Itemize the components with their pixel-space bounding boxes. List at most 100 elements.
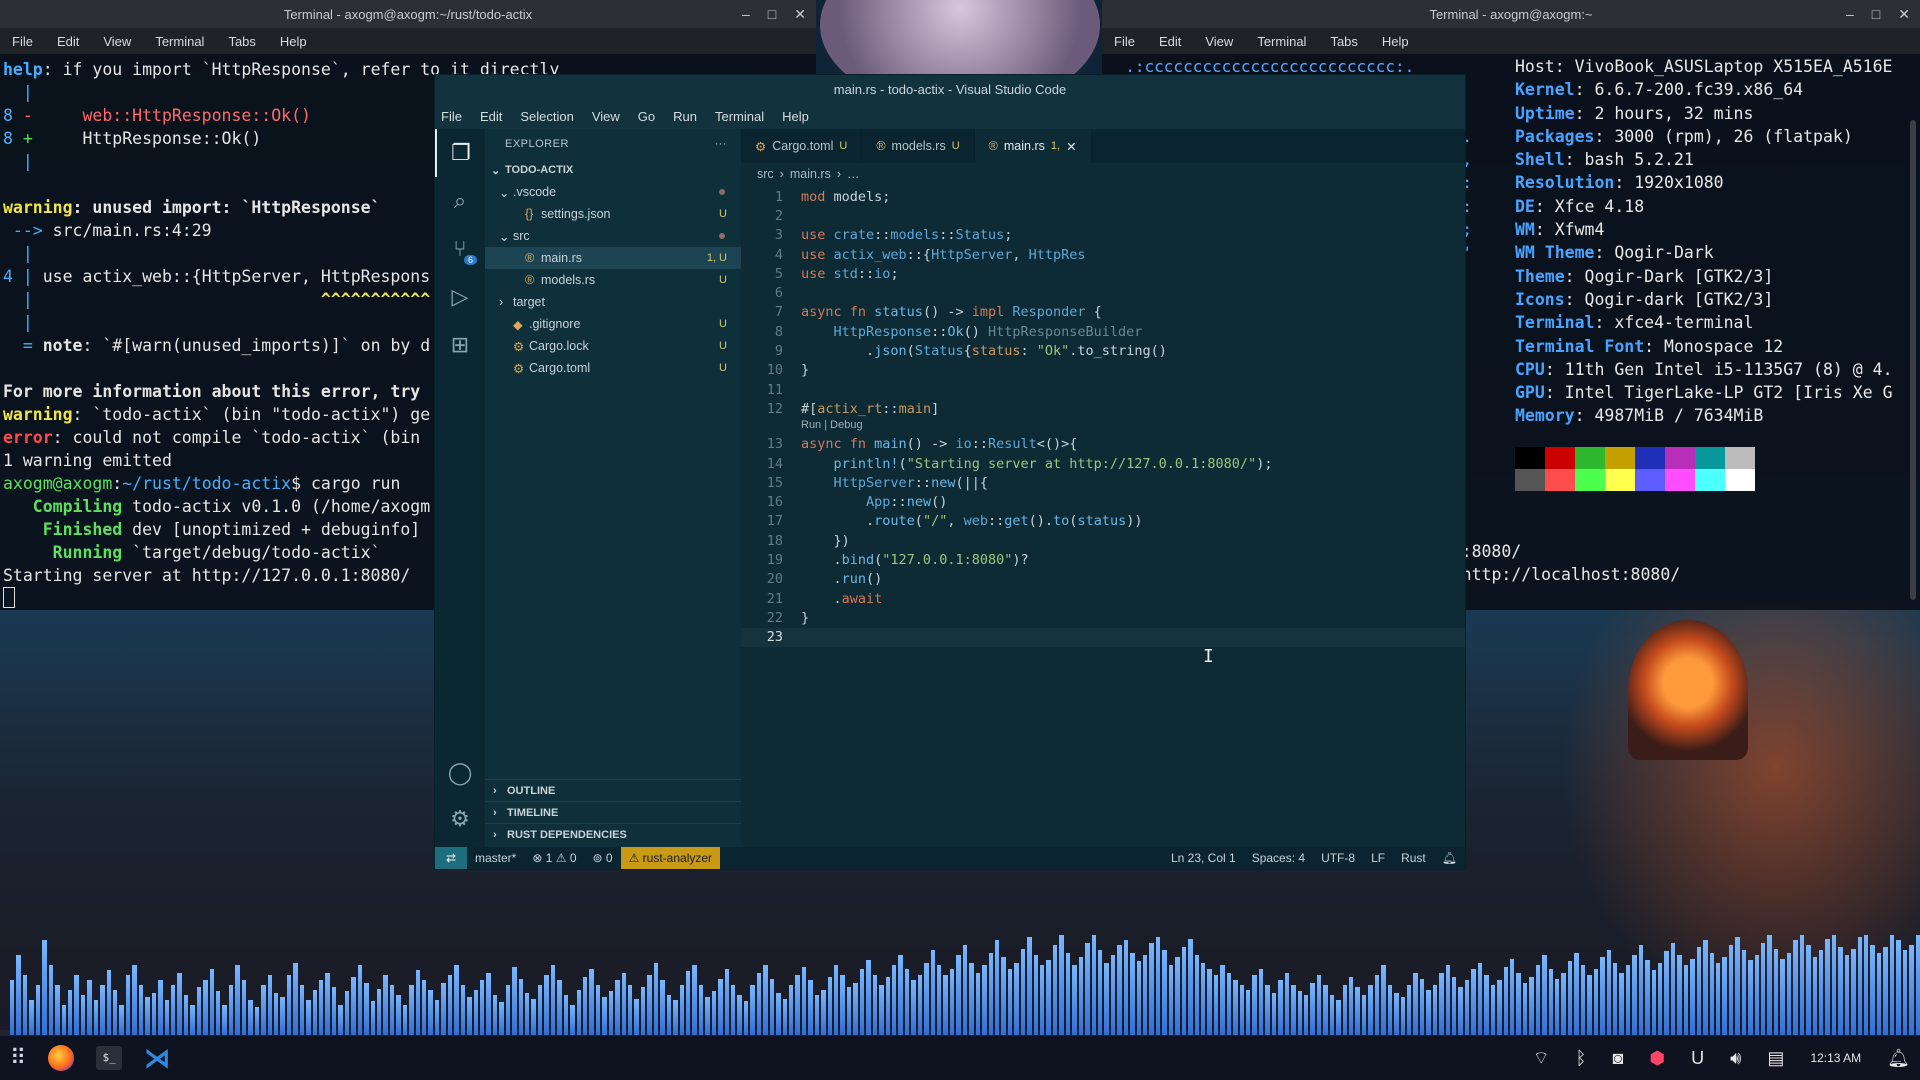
project-folder[interactable]: ⌄ TODO-ACTIX — [485, 159, 741, 181]
code-line[interactable]: 8 HttpResponse:: Ok() HttpResponseBuilder — [741, 322, 1465, 341]
terminal-left-titlebar[interactable]: Terminal - axogm@axogm:~/rust/todo-actix… — [0, 0, 816, 28]
line-ending[interactable]: LF — [1363, 851, 1393, 865]
clock[interactable]: 12:13 AM — [1810, 1051, 1861, 1065]
source-control-icon[interactable]: ⑂ 6 — [435, 225, 485, 273]
menu-view[interactable]: View — [1205, 34, 1233, 49]
code-lens[interactable]: Run | Debug — [741, 419, 1465, 435]
menu-tabs[interactable]: Tabs — [1330, 34, 1357, 49]
discord-icon[interactable]: ◙ — [1612, 1048, 1623, 1069]
rust-dependencies-section[interactable]: › RUST DEPENDENCIES — [485, 823, 741, 845]
account-icon[interactable]: ◯ — [435, 749, 485, 797]
code-line[interactable]: 18 }) — [741, 531, 1465, 550]
breadcrumb-symbol[interactable]: … — [847, 167, 860, 181]
code-line[interactable]: 9 . json(Status{status: "Ok" .to_string() — [741, 341, 1465, 360]
code-line[interactable]: 7 async fn status() -> impl Responder { — [741, 303, 1465, 322]
code-line[interactable]: 17 . route("/", web:: get (). to(status)) — [741, 512, 1465, 531]
code-line[interactable]: 2 — [741, 206, 1465, 225]
tree-item[interactable]: ⚙ Cargo.lock U — [485, 335, 741, 357]
bluetooth-icon[interactable]: ᛒ — [1576, 1048, 1587, 1069]
tree-item[interactable]: › target — [485, 291, 741, 313]
menu-tabs[interactable]: Tabs — [228, 34, 255, 49]
code-line[interactable]: 21 . await — [741, 589, 1465, 608]
tree-item[interactable]: ® main.rs 1, U — [485, 247, 741, 269]
minimize-icon[interactable]: – — [1846, 6, 1854, 22]
tree-item[interactable]: ⌄ src — [485, 225, 741, 247]
code-line[interactable]: 19 . bind("127.0.0.1:8080")? — [741, 550, 1465, 569]
tree-item[interactable]: ⌄ .vscode — [485, 181, 741, 203]
code-line[interactable]: 12 #[actix_rt:: main] — [741, 399, 1465, 418]
rust-analyzer-status[interactable]: ⚠ rust-analyzer — [620, 847, 721, 869]
maximize-icon[interactable]: □ — [1872, 6, 1880, 22]
terminal-icon[interactable]: $_ — [96, 1046, 123, 1070]
editor-area[interactable]: ⚙ Cargo.toml U ® models.rs U ® main.rs 1, ✕ src … — [741, 129, 1465, 847]
breadcrumb-file[interactable]: main.rs — [790, 167, 831, 181]
code-line[interactable]: 10} — [741, 361, 1465, 380]
extensions-icon[interactable]: ⊞ — [435, 321, 485, 369]
apps-grid-icon[interactable]: ⠿ — [10, 1045, 26, 1071]
code-line[interactable]: 3 use crate:: models:: Status; — [741, 226, 1465, 245]
menu-go[interactable]: Go — [638, 109, 655, 124]
run-debug-icon[interactable]: ▷ — [435, 273, 485, 321]
search-icon[interactable]: ⌕ — [435, 177, 485, 225]
timeline-section[interactable]: › TIMELINE — [485, 801, 741, 823]
notification-bell-icon[interactable]: 🔔︎ — [1887, 1048, 1910, 1069]
language-mode[interactable]: Rust — [1393, 851, 1434, 865]
explorer-icon[interactable]: ❐ — [435, 129, 485, 177]
menu-terminal[interactable]: Terminal — [155, 34, 204, 49]
code-line[interactable]: 15 HttpServer:: new (||{ — [741, 473, 1465, 492]
menu-help[interactable]: Help — [280, 34, 307, 49]
clipboard-icon[interactable]: ▤ — [1767, 1048, 1784, 1069]
menu-help[interactable]: Help — [782, 109, 809, 124]
wifi-icon[interactable]: ⌔ — [1533, 1047, 1550, 1070]
problems-count[interactable]: ⊗ 1 ⚠ 0 — [524, 851, 584, 865]
vscode-icon[interactable]: ⋊ — [144, 1043, 170, 1074]
minimize-icon[interactable]: – — [742, 6, 750, 22]
bell-icon[interactable]: 🔔︎ — [1434, 851, 1465, 865]
menu-file[interactable]: File — [1114, 34, 1135, 49]
menu-edit[interactable]: Edit — [57, 34, 79, 49]
code-line[interactable]: 13 async fn main() -> io:: Result <()>{ — [741, 435, 1465, 454]
code-editor[interactable]: 1 mod models; 2 3 use crate:: models:: Status;… — [741, 187, 1465, 647]
indentation[interactable]: Spaces: 4 — [1244, 851, 1313, 865]
code-line[interactable]: 6 — [741, 283, 1465, 302]
maximize-icon[interactable]: □ — [768, 6, 776, 22]
editor-tab[interactable]: ® models.rs U — [862, 129, 975, 163]
editor-tab[interactable]: ⚙ Cargo.toml U — [741, 129, 863, 163]
tree-item[interactable]: ⚙ Cargo.toml U — [485, 357, 741, 379]
code-line[interactable]: 23 — [741, 627, 1465, 647]
code-line[interactable]: 5 use std:: io; — [741, 264, 1465, 283]
close-icon[interactable]: ✕ — [1066, 139, 1076, 154]
menu-edit[interactable]: Edit — [1159, 34, 1181, 49]
git-branch[interactable]: master* — [467, 851, 524, 865]
menu-view[interactable]: View — [592, 109, 620, 124]
menu-help[interactable]: Help — [1382, 34, 1409, 49]
volume-icon[interactable]: 🔊︎ — [1730, 1048, 1741, 1069]
menu-file[interactable]: File — [12, 34, 33, 49]
terminal-right-titlebar[interactable]: Terminal - axogm@axogm:~ – □ ✕ — [1102, 0, 1920, 28]
menu-edit[interactable]: Edit — [480, 109, 502, 124]
vscode-window[interactable]: main.rs - todo-actix - Visual Studio Cod… — [434, 74, 1466, 870]
code-line[interactable]: 11 — [741, 380, 1465, 399]
editor-tab[interactable]: ® main.rs 1, ✕ — [974, 129, 1092, 163]
menu-terminal[interactable]: Terminal — [715, 109, 764, 124]
tree-item[interactable]: {} settings.json U — [485, 203, 741, 225]
scrollbar[interactable] — [1910, 120, 1916, 600]
code-line[interactable]: 20 . run() — [741, 570, 1465, 589]
code-line[interactable]: 4 use actix_web::{HttpServer, HttpRes — [741, 245, 1465, 264]
tree-item[interactable]: ◆ .gitignore U — [485, 313, 741, 335]
vscode-titlebar[interactable]: main.rs - todo-actix - Visual Studio Cod… — [435, 75, 1465, 103]
code-line[interactable]: 22} — [741, 608, 1465, 627]
power-icon[interactable]: U — [1691, 1048, 1704, 1069]
menu-file[interactable]: File — [441, 109, 462, 124]
menu-terminal[interactable]: Terminal — [1257, 34, 1306, 49]
cursor-position[interactable]: Ln 23, Col 1 — [1163, 851, 1244, 865]
close-icon[interactable]: ✕ — [794, 6, 806, 23]
remote-icon[interactable]: ⇄ — [435, 847, 467, 869]
tray-app-icon[interactable]: ⬢ — [1649, 1048, 1665, 1069]
code-line[interactable]: 1 mod models; — [741, 187, 1465, 206]
tree-item[interactable]: ® models.rs U — [485, 269, 741, 291]
menu-view[interactable]: View — [103, 34, 131, 49]
menu-selection[interactable]: Selection — [520, 109, 573, 124]
menu-run[interactable]: Run — [673, 109, 697, 124]
close-icon[interactable]: ✕ — [1898, 6, 1910, 23]
